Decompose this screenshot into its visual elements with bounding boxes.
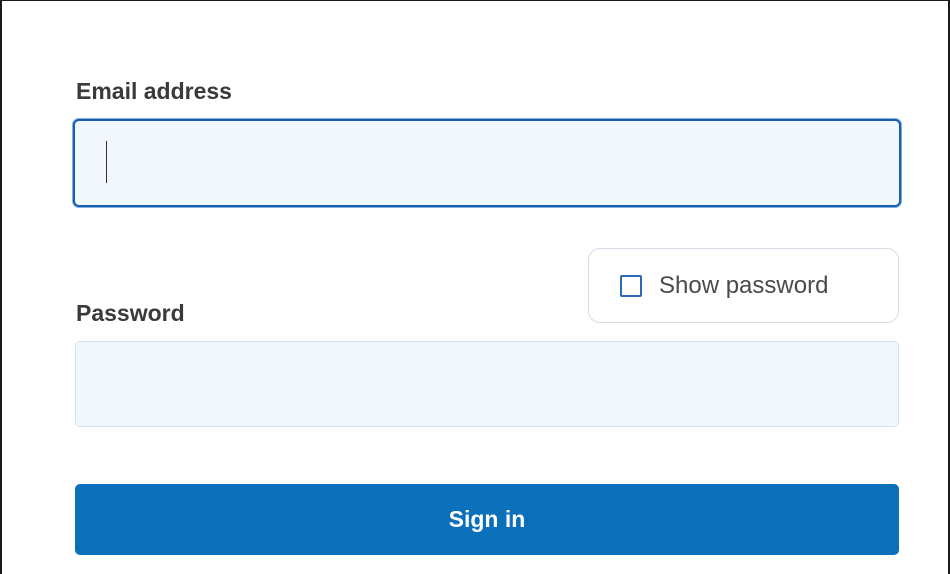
password-field[interactable] (75, 341, 899, 427)
show-password-toggle[interactable]: Show password (588, 248, 899, 323)
text-caret (106, 141, 107, 183)
email-label: Email address (76, 78, 232, 104)
sign-in-button[interactable]: Sign in (75, 484, 899, 555)
page-frame: Email address Show password Password Sig… (0, 0, 950, 574)
show-password-label: Show password (659, 271, 829, 299)
checkbox-unchecked-icon[interactable] (620, 274, 642, 297)
password-label: Password (76, 300, 185, 326)
email-field[interactable] (73, 119, 901, 207)
